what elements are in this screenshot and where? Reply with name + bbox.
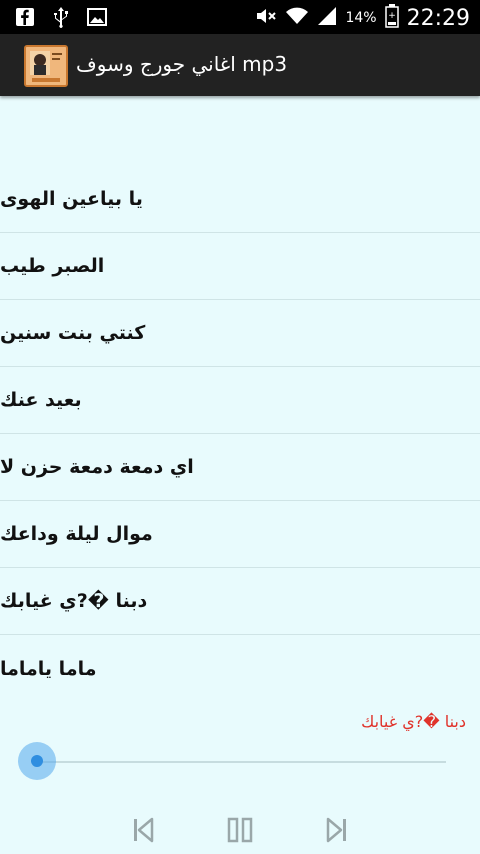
battery-percent: 14% <box>345 10 377 26</box>
svg-text:+: + <box>388 11 396 21</box>
image-icon <box>86 6 108 28</box>
list-item[interactable]: اي دمعة دمعة حزن لا <box>0 434 480 501</box>
action-bar: اغاني جورج وسوف mp3 <box>0 34 480 96</box>
list-item[interactable]: موال ليلة وداعك <box>0 501 480 568</box>
seek-thumb[interactable] <box>18 742 56 780</box>
next-icon[interactable] <box>322 815 352 845</box>
facebook-icon <box>14 6 36 28</box>
battery-icon: + <box>384 4 399 32</box>
list-item[interactable]: دبنا �?ي غيابك <box>0 568 480 635</box>
wifi-icon <box>285 6 309 30</box>
song-title: ماما ياماما <box>0 657 97 680</box>
song-title: بعيد عنك <box>0 389 82 411</box>
status-icons-left <box>14 6 108 28</box>
pause-icon[interactable] <box>225 815 255 845</box>
app-title: اغاني جورج وسوف mp3 <box>76 52 288 76</box>
album-cover-icon[interactable] <box>24 45 68 87</box>
signal-icon <box>317 6 337 30</box>
song-list: يا بياعين الهوى الصبر طيب كنتي بنت سنين … <box>0 166 480 702</box>
list-item[interactable]: الصبر طيب <box>0 233 480 300</box>
mute-icon <box>255 6 277 30</box>
status-bar: 14% + 22:29 <box>0 0 480 34</box>
now-playing-title: دبنا �?ي غيابك <box>361 712 466 731</box>
list-item[interactable]: كنتي بنت سنين <box>0 300 480 367</box>
song-title: كنتي بنت سنين <box>0 322 146 344</box>
list-item[interactable]: ماما ياماما <box>0 635 480 702</box>
song-title: الصبر طيب <box>0 255 105 277</box>
song-title: موال ليلة وداعك <box>0 523 153 545</box>
previous-icon[interactable] <box>128 815 158 845</box>
song-title: دبنا �?ي غيابك <box>0 590 148 612</box>
song-title: يا بياعين الهوى <box>0 188 143 210</box>
list-item[interactable]: بعيد عنك <box>0 367 480 434</box>
status-icons-right: 14% + 22:29 <box>255 4 470 32</box>
clock: 22:29 <box>406 5 470 31</box>
list-item[interactable]: يا بياعين الهوى <box>0 166 480 233</box>
seek-bar[interactable] <box>38 761 446 763</box>
usb-icon <box>50 6 72 28</box>
song-title: اي دمعة دمعة حزن لا <box>0 456 194 478</box>
